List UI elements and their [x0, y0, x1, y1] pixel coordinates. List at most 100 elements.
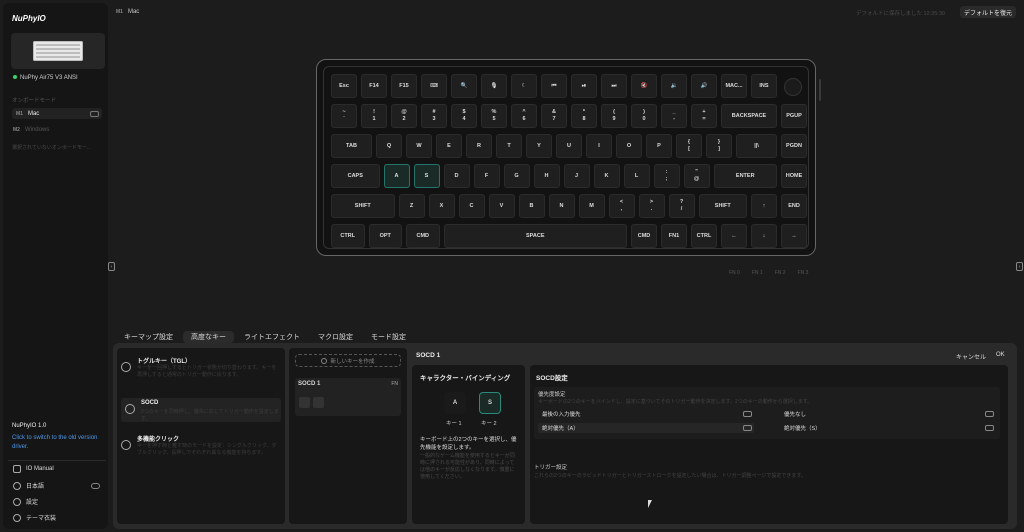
tab-keymap[interactable]: キーマップ設定	[124, 331, 173, 343]
key-2-12[interactable]: }]	[706, 134, 732, 158]
key-1-12[interactable]: + =	[691, 104, 717, 128]
option-absolute-s[interactable]: 絶対優先（S）	[780, 423, 996, 433]
key-0-4[interactable]: 🔍	[451, 74, 477, 98]
key-2-11[interactable]: {[	[676, 134, 702, 158]
key-4-6[interactable]: N	[548, 194, 575, 218]
key-1-6[interactable]: ^ 6	[511, 104, 537, 128]
menu-language[interactable]: 日本語	[13, 481, 100, 490]
key-4-8[interactable]: <,	[608, 194, 635, 218]
key-1-7[interactable]: & 7	[541, 104, 567, 128]
mode-menu-icon[interactable]	[90, 110, 99, 117]
menu-io-manual[interactable]: IO Manual	[13, 465, 54, 473]
key-2-7[interactable]: U	[556, 134, 582, 158]
key-0-5[interactable]: 🎙	[481, 74, 507, 98]
key-5-3[interactable]: SPACE	[443, 224, 627, 248]
key-2-6[interactable]: Y	[526, 134, 552, 158]
key-2-0[interactable]: TAB	[331, 134, 372, 158]
key-1-14[interactable]: PGUP	[781, 104, 807, 128]
key-0-8[interactable]: ⏯	[571, 74, 597, 98]
key-3-1[interactable]: A	[383, 164, 410, 188]
new-key-button[interactable]: 新しいキーを作成	[295, 354, 401, 367]
key-1-1[interactable]: ! 1	[361, 104, 387, 128]
key-4-4[interactable]: V	[488, 194, 515, 218]
key-1-9[interactable]: (9	[601, 104, 627, 128]
key-2-2[interactable]: W	[406, 134, 432, 158]
key-5-9[interactable]: →	[781, 224, 807, 248]
collapse-right-icon[interactable]: ›	[1016, 262, 1023, 271]
key-4-1[interactable]: Z	[398, 194, 425, 218]
key-0-12[interactable]: 🔊	[691, 74, 717, 98]
device-name[interactable]: NuPhy Air75 V3 ANSI	[13, 75, 78, 81]
key-3-11[interactable]: " @	[683, 164, 710, 188]
key-2-3[interactable]: E	[436, 134, 462, 158]
key-0-13[interactable]: MAC...	[721, 74, 747, 98]
key-1-8[interactable]: * 8	[571, 104, 597, 128]
key-0-7[interactable]: ⏮	[541, 74, 567, 98]
key-0-2[interactable]: F15	[391, 74, 417, 98]
key-5-0[interactable]: CTRL	[331, 224, 365, 248]
key-3-4[interactable]: F	[473, 164, 500, 188]
key-4-12[interactable]: ↑	[751, 194, 777, 218]
language-toggle[interactable]	[91, 482, 100, 489]
key-3-9[interactable]: L	[623, 164, 650, 188]
key-2-14[interactable]: PGDN	[781, 134, 807, 158]
mode-item-mac[interactable]: M1 Mac	[12, 108, 102, 119]
tab-light-effect[interactable]: ライトエフェクト	[244, 331, 300, 343]
menu-theme[interactable]: テーマ衣装	[13, 513, 56, 522]
key-1-11[interactable]: _ -	[661, 104, 687, 128]
key-0-9[interactable]: ⏭	[601, 74, 627, 98]
collapse-left-icon[interactable]: ‹	[108, 262, 115, 271]
key-5-4[interactable]: CMD	[631, 224, 657, 248]
key-3-8[interactable]: K	[593, 164, 620, 188]
key-4-0[interactable]: SHIFT	[331, 194, 395, 218]
key-3-13[interactable]: HOME	[781, 164, 807, 188]
key-4-3[interactable]: C	[458, 194, 485, 218]
option-absolute-a[interactable]: 絶対優先（A）	[538, 423, 754, 433]
tab-mode[interactable]: モード設定	[371, 331, 406, 343]
key-1-5[interactable]: % 5	[481, 104, 507, 128]
option-last-input[interactable]: 最後の入力優先	[538, 409, 754, 419]
key-4-9[interactable]: >.	[638, 194, 665, 218]
key-3-7[interactable]: J	[563, 164, 590, 188]
key-1-13[interactable]: BACKSPACE	[721, 104, 777, 128]
key-0-1[interactable]: F14	[361, 74, 387, 98]
restore-default-button[interactable]: デフォルトを復元	[960, 6, 1017, 18]
key-5-7[interactable]: ←	[721, 224, 747, 248]
key-4-11[interactable]: SHIFT	[698, 194, 747, 218]
key-1-2[interactable]: @2	[391, 104, 417, 128]
key-0-6[interactable]: ☾	[511, 74, 537, 98]
key-3-12[interactable]: ENTER	[713, 164, 777, 188]
key-3-6[interactable]: H	[533, 164, 560, 188]
key-1-0[interactable]: ~ `	[331, 104, 357, 128]
key-5-6[interactable]: CTRL	[691, 224, 717, 248]
key-4-5[interactable]: B	[518, 194, 545, 218]
old-driver-link[interactable]: Click to switch to the old version drive…	[12, 434, 102, 452]
key-5-8[interactable]: ↓	[751, 224, 777, 248]
key-3-0[interactable]: CAPS	[331, 164, 380, 188]
device-card[interactable]	[11, 33, 105, 69]
key-5-5[interactable]: FN1	[661, 224, 687, 248]
socd-list-item[interactable]: SOCD 1 FN	[295, 378, 401, 416]
key-4-10[interactable]: ? /	[668, 194, 695, 218]
key-2-8[interactable]: I	[586, 134, 612, 158]
key-1-3[interactable]: #3	[421, 104, 447, 128]
volume-knob[interactable]	[784, 78, 802, 96]
key-5-2[interactable]: CMD	[406, 224, 440, 248]
tab-macro[interactable]: マクロ設定	[318, 331, 353, 343]
key-2-9[interactable]: O	[616, 134, 642, 158]
cancel-button[interactable]: キャンセル	[956, 352, 986, 361]
binding-key-2[interactable]: S	[479, 392, 501, 414]
key-4-13[interactable]: END	[781, 194, 807, 218]
key-2-4[interactable]: R	[466, 134, 492, 158]
tab-advanced-keys[interactable]: 高度なキー	[183, 331, 234, 343]
key-0-14[interactable]: INS	[751, 74, 777, 98]
menu-settings[interactable]: 設定	[13, 497, 38, 506]
key-3-5[interactable]: G	[503, 164, 530, 188]
key-0-10[interactable]: 🔇	[631, 74, 657, 98]
fn-layer-2[interactable]: FN 2	[775, 270, 786, 276]
option-no-priority[interactable]: 優先なし	[780, 409, 996, 419]
advanced-item-socd[interactable]: SOCD 2つのキーを同時押し、優先に応じてトリガー動作を設定します。	[121, 398, 281, 422]
key-3-2[interactable]: S	[413, 164, 440, 188]
fn-layer-3[interactable]: FN 3	[798, 270, 809, 276]
key-0-0[interactable]: Esc	[331, 74, 357, 98]
